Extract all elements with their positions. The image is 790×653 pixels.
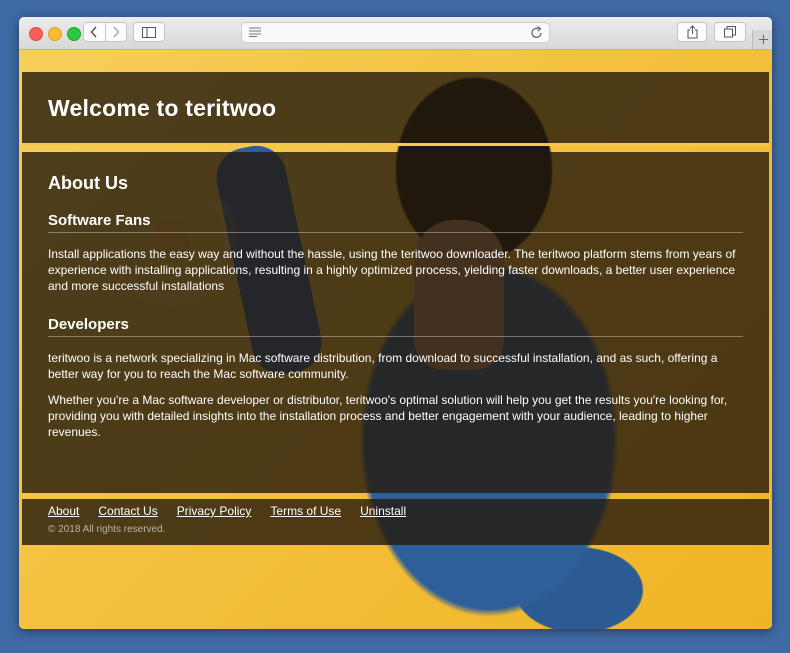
copyright-text: © 2018 All rights reserved.	[48, 524, 166, 535]
page-footer: About Contact Us Privacy Policy Terms of…	[22, 499, 769, 545]
back-button[interactable]	[84, 23, 106, 41]
about-section: About Us Software Fans Install applicati…	[22, 152, 769, 493]
minimize-window-button[interactable]	[48, 27, 62, 41]
plus-icon	[758, 35, 768, 44]
zoom-window-button[interactable]	[67, 27, 81, 41]
browser-toolbar	[19, 17, 772, 50]
sidebar-icon	[142, 26, 156, 38]
footer-link-contact-us[interactable]: Contact Us	[98, 504, 157, 518]
developers-text-2: Whether you're a Mac software developer …	[48, 393, 728, 439]
address-bar[interactable]	[241, 22, 550, 43]
tabs-icon	[724, 26, 736, 38]
reader-icon[interactable]	[249, 27, 261, 37]
show-tabs-button[interactable]	[714, 22, 746, 42]
page-viewport: Welcome to teritwoo About Us Software Fa…	[19, 50, 772, 629]
footer-link-privacy-policy[interactable]: Privacy Policy	[177, 504, 252, 518]
developers-text-1: teritwoo is a network specializing in Ma…	[48, 351, 718, 381]
software-fans-text: Install applications the easy way and wi…	[48, 247, 736, 293]
chevron-left-icon	[90, 26, 97, 38]
sidebar-button[interactable]	[133, 22, 165, 42]
new-tab-button[interactable]	[752, 30, 772, 49]
chevron-right-icon	[113, 26, 120, 38]
about-heading: About Us	[48, 173, 128, 193]
footer-links: About Contact Us Privacy Policy Terms of…	[48, 504, 743, 518]
footer-link-terms-of-use[interactable]: Terms of Use	[270, 504, 341, 518]
share-icon	[687, 25, 697, 39]
footer-link-uninstall[interactable]: Uninstall	[360, 504, 406, 518]
page-header: Welcome to teritwoo	[22, 72, 769, 146]
browser-window: Welcome to teritwoo About Us Software Fa…	[19, 17, 772, 629]
footer-link-about[interactable]: About	[48, 504, 79, 518]
navigation-buttons	[83, 22, 127, 42]
close-window-button[interactable]	[29, 27, 43, 41]
forward-button[interactable]	[106, 23, 127, 41]
page-title: Welcome to teritwoo	[48, 95, 277, 121]
reload-icon[interactable]	[531, 26, 543, 39]
developers-heading: Developers	[48, 316, 743, 337]
share-button[interactable]	[677, 22, 707, 42]
software-fans-heading: Software Fans	[48, 212, 743, 233]
